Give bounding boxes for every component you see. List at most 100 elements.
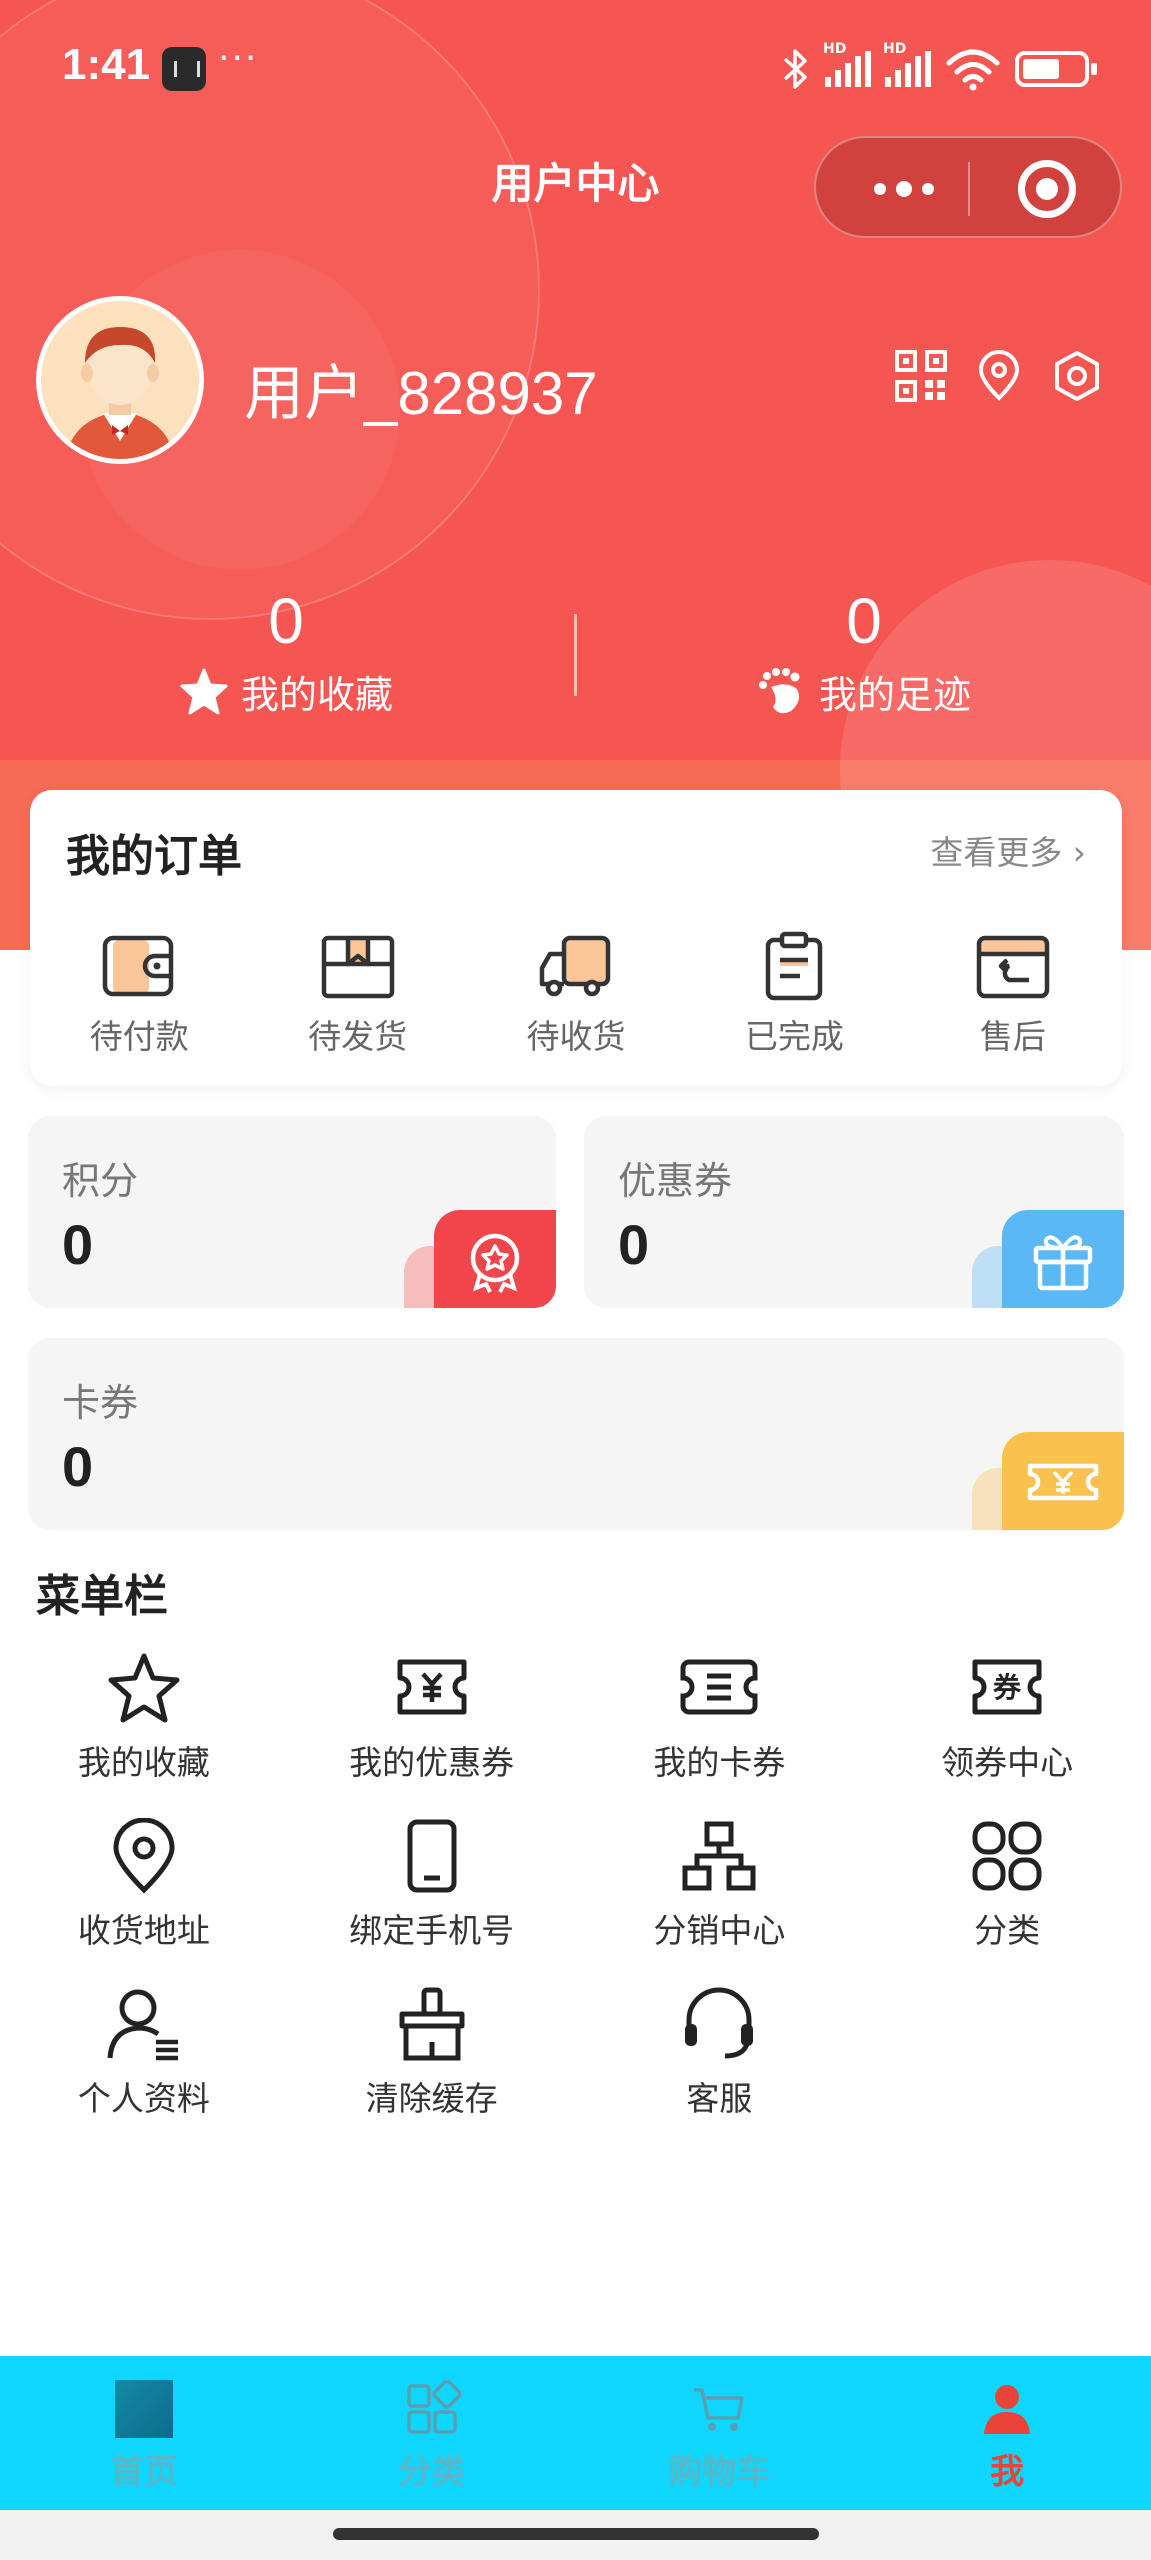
menu-item-coupon-center[interactable]: 券 领券中心 bbox=[863, 1650, 1151, 1782]
cards-value: 0 bbox=[62, 1435, 94, 1498]
footprints-label-row: 我的足迹 bbox=[664, 664, 1064, 719]
order-item-label: 待付款 bbox=[89, 1017, 189, 1056]
menu-item-profile[interactable]: 个人资料 bbox=[0, 1986, 288, 2118]
coupons-card[interactable]: 优惠券 0 bbox=[584, 1116, 1124, 1308]
menu-item-label: 客服 bbox=[686, 2079, 753, 2118]
settings-icon[interactable] bbox=[1051, 350, 1103, 402]
menu-item-label: 我的优惠券 bbox=[349, 1743, 515, 1782]
menu-item-label: 清除缓存 bbox=[365, 2079, 498, 2118]
stats-divider bbox=[574, 614, 577, 696]
menu-item-address[interactable]: 收货地址 bbox=[0, 1818, 288, 1950]
card-ticket-icon bbox=[680, 1659, 758, 1715]
broom-icon bbox=[399, 1987, 465, 2061]
profile-icon bbox=[107, 1989, 178, 2061]
profile-actions bbox=[895, 350, 1103, 402]
category-icon bbox=[406, 2380, 461, 2434]
truck-icon bbox=[539, 935, 611, 997]
return-icon bbox=[976, 935, 1050, 999]
menu-item-label: 分类 bbox=[974, 1911, 1041, 1950]
cart-icon bbox=[694, 2388, 745, 2431]
order-item-label: 已完成 bbox=[744, 1017, 844, 1056]
coupon-icon bbox=[397, 1659, 467, 1715]
avatar[interactable] bbox=[36, 296, 204, 464]
orders-title: 我的订单 bbox=[66, 831, 242, 882]
qrcode-icon[interactable] bbox=[895, 350, 947, 402]
signal-icon: HD bbox=[883, 41, 931, 87]
menu-item-bind-phone[interactable]: 绑定手机号 bbox=[288, 1818, 576, 1950]
box-icon bbox=[321, 935, 394, 999]
order-pending-receipt[interactable]: 待收货 bbox=[467, 930, 685, 1058]
order-item-label: 待收货 bbox=[526, 1017, 626, 1056]
points-label: 积分 bbox=[62, 1159, 139, 1203]
wallet-icon bbox=[102, 935, 174, 997]
view-more-link[interactable]: 查看更多 › bbox=[930, 826, 1086, 874]
menu-item-label: 收货地址 bbox=[77, 1911, 210, 1950]
status-more-dots: ··· bbox=[218, 38, 259, 79]
menu-title: 菜单栏 bbox=[36, 1571, 168, 1622]
home-icon bbox=[114, 2380, 173, 2438]
order-item-label: 售后 bbox=[979, 1017, 1046, 1056]
star-icon bbox=[108, 1653, 180, 1723]
home-indicator[interactable] bbox=[333, 2528, 819, 2540]
menu-item-card-tickets[interactable]: 我的卡券 bbox=[576, 1650, 864, 1782]
menu-item-clear-cache[interactable]: 清除缓存 bbox=[288, 1986, 576, 2118]
menu-grid: 我的收藏 我的优惠券 我的卡券 券 领券中心 收货地址 绑定手机号 分销中心 分… bbox=[0, 1650, 1151, 2118]
order-completed[interactable]: 已完成 bbox=[685, 930, 903, 1058]
card-tickets-card[interactable]: 卡券 0 bbox=[28, 1338, 1124, 1530]
menu-item-label: 绑定手机号 bbox=[349, 1911, 515, 1950]
phone-icon bbox=[407, 1819, 457, 1893]
headset-icon bbox=[685, 1987, 754, 2059]
signal-icon: HD bbox=[823, 41, 871, 87]
tab-me[interactable]: 我 bbox=[863, 2356, 1151, 2510]
coupons-value: 0 bbox=[618, 1213, 650, 1276]
tab-label: 首页 bbox=[109, 2452, 178, 2492]
hierarchy-icon bbox=[682, 1821, 756, 1891]
menu-item-label: 分销中心 bbox=[653, 1911, 786, 1950]
menu-item-category[interactable]: 分类 bbox=[863, 1818, 1151, 1950]
order-pending-payment[interactable]: 待付款 bbox=[30, 930, 248, 1058]
coupons-badge bbox=[1002, 1210, 1124, 1308]
menu-item-label: 我的收藏 bbox=[77, 1743, 210, 1782]
bluetooth-icon bbox=[783, 49, 807, 89]
tab-category[interactable]: 分类 bbox=[288, 2356, 576, 2510]
order-item-label: 待发货 bbox=[308, 1017, 408, 1056]
tab-home[interactable]: 首页 bbox=[0, 2356, 288, 2510]
footprint-icon bbox=[758, 667, 800, 713]
coupon-center-icon: 券 bbox=[972, 1659, 1042, 1715]
favorites-label: 我的收藏 bbox=[240, 673, 393, 717]
points-card[interactable]: 积分 0 bbox=[28, 1116, 556, 1308]
menu-item-label: 领券中心 bbox=[941, 1743, 1074, 1782]
favorites-stat[interactable]: 0 我的收藏 bbox=[86, 586, 486, 719]
gift-icon bbox=[1033, 1235, 1093, 1291]
menu-item-my-coupons[interactable]: 我的优惠券 bbox=[288, 1650, 576, 1782]
menu-item-distribution[interactable]: 分销中心 bbox=[576, 1818, 864, 1950]
footprints-stat[interactable]: 0 我的足迹 bbox=[664, 586, 1064, 719]
miniprogram-capsule bbox=[814, 136, 1122, 238]
tab-label: 我 bbox=[990, 2452, 1025, 2492]
clipboard-icon bbox=[766, 931, 823, 1001]
coupons-label: 优惠券 bbox=[618, 1159, 733, 1203]
close-miniprogram-button[interactable] bbox=[1018, 160, 1076, 218]
footprints-count: 0 bbox=[846, 585, 882, 657]
favorites-count: 0 bbox=[268, 585, 304, 657]
ticket-yen-icon bbox=[1027, 1463, 1099, 1501]
location-icon bbox=[113, 1818, 175, 1894]
order-pending-shipment[interactable]: 待发货 bbox=[248, 930, 466, 1058]
capsule-divider bbox=[968, 162, 970, 216]
battery-icon bbox=[1015, 51, 1097, 87]
username[interactable]: 用户_828937 bbox=[244, 345, 598, 432]
location-icon[interactable] bbox=[973, 350, 1025, 402]
medal-icon bbox=[470, 1233, 520, 1293]
menu-item-label: 个人资料 bbox=[77, 2079, 210, 2118]
bottom-tab-bar: 首页 分类 购物车 我 bbox=[0, 2356, 1151, 2510]
star-icon bbox=[180, 668, 228, 714]
order-after-sales[interactable]: 售后 bbox=[904, 930, 1122, 1058]
svg-text:券: 券 bbox=[993, 1671, 1022, 1704]
tab-cart[interactable]: 购物车 bbox=[576, 2356, 864, 2510]
status-bar: 1:41 ··· HD HD bbox=[0, 30, 1151, 110]
menu-item-favorites[interactable]: 我的收藏 bbox=[0, 1650, 288, 1782]
favorites-label-row: 我的收藏 bbox=[86, 664, 486, 719]
more-options-button[interactable] bbox=[864, 174, 944, 204]
order-status-row: 待付款 待发货 待收货 已完成 售后 bbox=[30, 930, 1122, 1058]
menu-item-customer-service[interactable]: 客服 bbox=[576, 1986, 864, 2118]
